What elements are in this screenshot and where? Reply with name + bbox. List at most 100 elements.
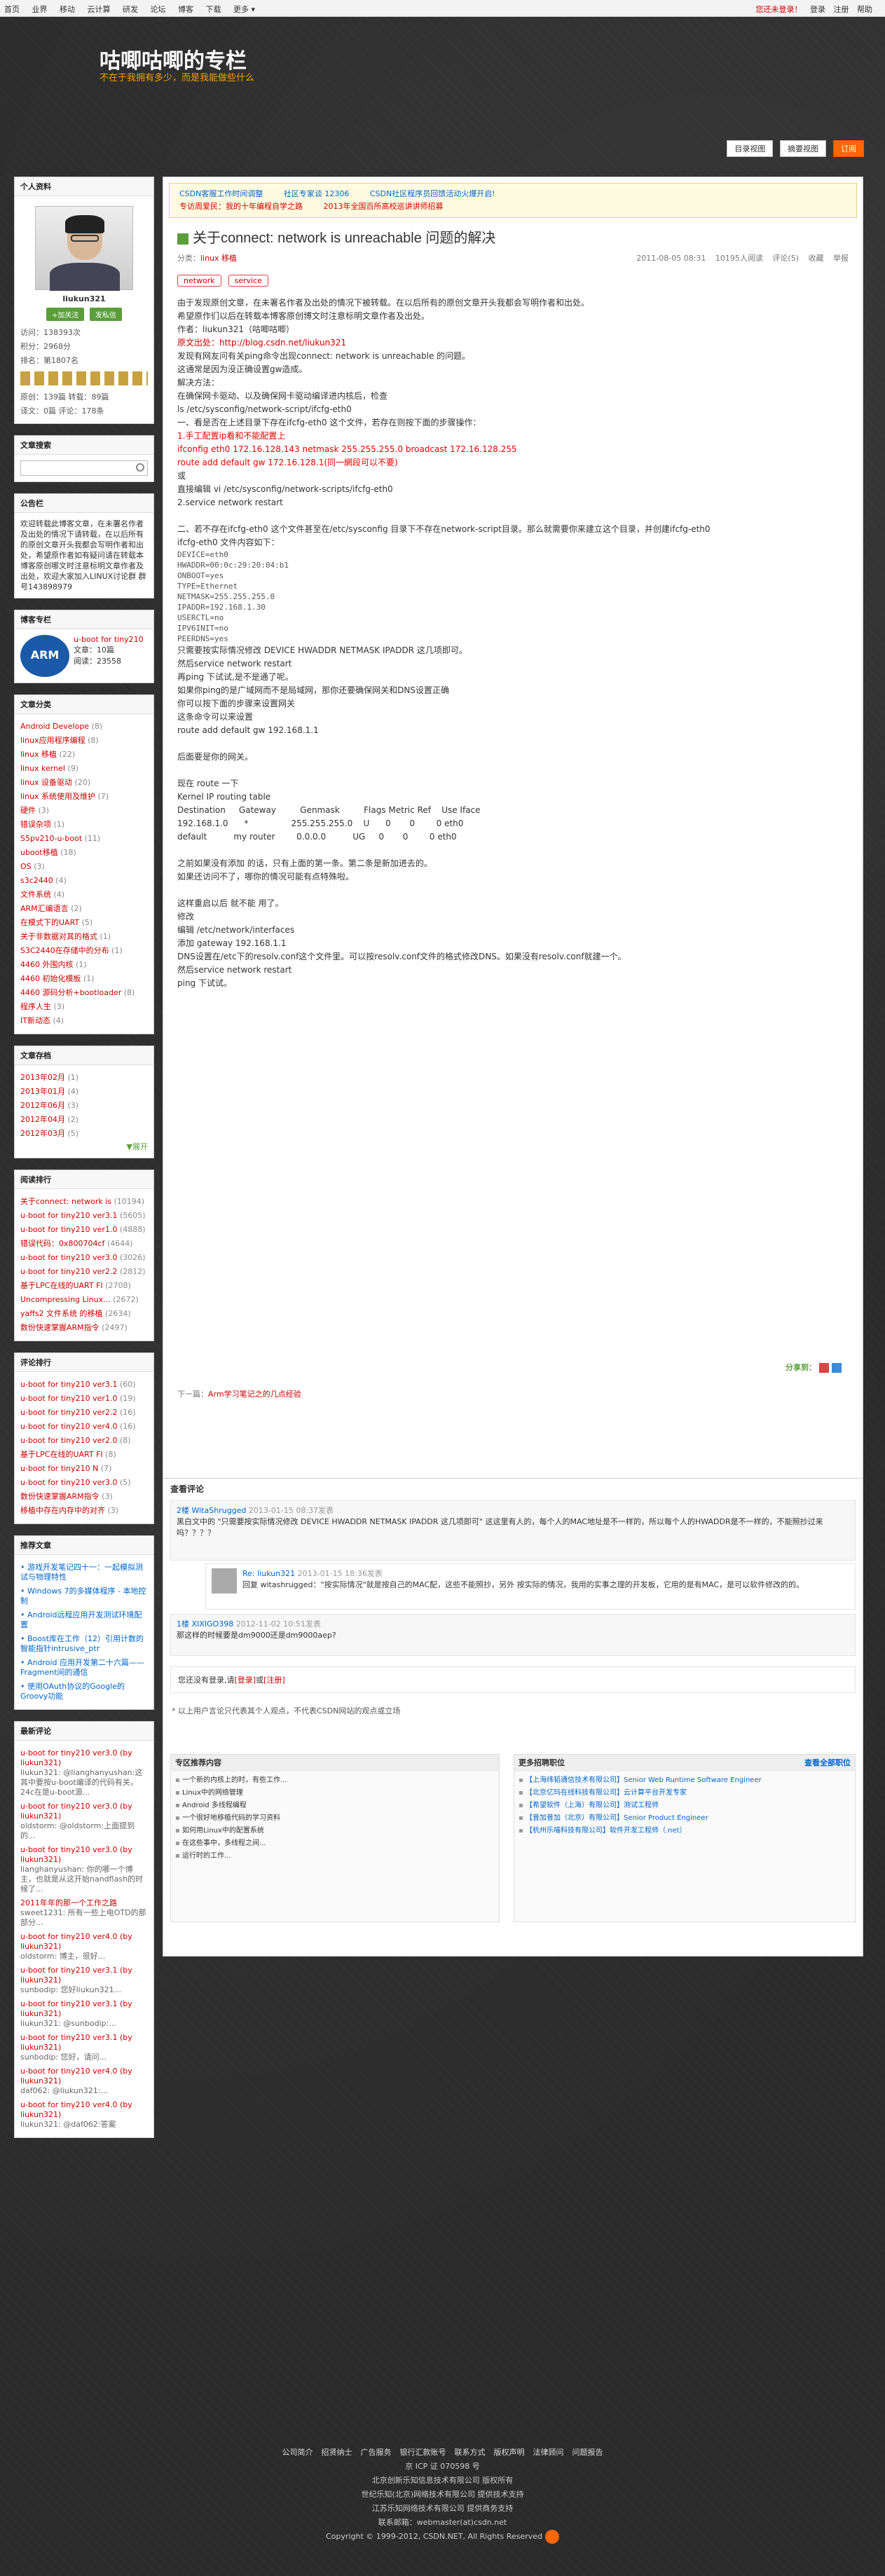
job-item[interactable]: 【上海纬韬通信技术有限公司】Senior Web Runtime Softwar…: [519, 1774, 851, 1787]
top-nav-link[interactable]: 博客: [178, 5, 193, 14]
read-rank-item-link[interactable]: 数份快速掌握ARM指令: [20, 1323, 100, 1332]
read-rank-item-link[interactable]: 关于connect: network is: [20, 1197, 111, 1206]
related-item[interactable]: 在这些事中，多线程之间...: [175, 1837, 495, 1850]
latest-comment-title[interactable]: u-boot for tiny210 ver3.0 (by liukun321): [20, 1802, 132, 1821]
login-link[interactable]: 登录: [810, 5, 825, 14]
related-item[interactable]: 如何用Linux中的配置系统: [175, 1825, 495, 1837]
footer-link[interactable]: 招贤纳士: [322, 2448, 352, 2457]
category-item-link[interactable]: IT新动态: [20, 1016, 50, 1025]
recommended-link[interactable]: • Android 应用开发第二十六篇——Fragment间的通信: [20, 1658, 144, 1677]
latest-comment-title[interactable]: u-boot for tiny210 ver3.0 (by liukun321): [20, 1845, 132, 1864]
footer-link[interactable]: 版权声明: [494, 2448, 525, 2457]
category-item-link[interactable]: linux kernel: [20, 764, 65, 773]
footer-link[interactable]: 银行汇款账号: [400, 2448, 446, 2457]
top-nav-link[interactable]: 首页: [4, 5, 20, 14]
article-comments-link[interactable]: 评论(5): [772, 254, 799, 263]
read-rank-item-link[interactable]: u-boot for tiny210 ver1.0: [20, 1225, 117, 1234]
avatar[interactable]: [35, 206, 133, 291]
comment-rank-item-link[interactable]: u-boot for tiny210 ver1.0: [20, 1394, 117, 1403]
follow-button[interactable]: +加关注: [46, 308, 85, 321]
related-item[interactable]: 一个新的内核上的时，有些工作...: [175, 1774, 495, 1787]
latest-comment-title[interactable]: u-boot for tiny210 ver3.0 (by liukun321): [20, 1748, 132, 1767]
latest-comment-title[interactable]: 2011年年的那一个工作之路: [20, 1898, 117, 1907]
summary-view-button[interactable]: 摘要视图: [780, 140, 827, 157]
archive-item-link[interactable]: 2012年06月: [20, 1101, 65, 1110]
share-weibo-icon[interactable]: [819, 1363, 829, 1373]
arm-logo-icon[interactable]: ARM: [20, 635, 69, 677]
notice-link[interactable]: CSDN社区程序员回馈活动火爆开启!: [370, 189, 495, 198]
avatar[interactable]: [212, 1568, 237, 1594]
comment-author[interactable]: Re: liukun321: [242, 1569, 295, 1578]
category-item-link[interactable]: uboot移植: [20, 848, 58, 857]
article-title[interactable]: 关于connect: network is unreachable 问题的解决: [177, 226, 849, 247]
archive-item-link[interactable]: 2012年04月: [20, 1115, 65, 1124]
comment-rank-item-link[interactable]: u-boot for tiny210 ver2.0: [20, 1436, 117, 1445]
read-rank-item-link[interactable]: Uncompressing Linux...: [20, 1295, 111, 1304]
message-button[interactable]: 发私信: [89, 308, 122, 321]
comment-rank-item-link[interactable]: u-boot for tiny210 N: [20, 1464, 98, 1473]
comment-author[interactable]: 2楼 WitaShrugged: [177, 1506, 246, 1515]
latest-comment-title[interactable]: u-boot for tiny210 ver3.1 (by liukun321): [20, 1999, 132, 2018]
register-link[interactable]: 注册: [834, 5, 849, 14]
tag[interactable]: service: [228, 275, 268, 287]
related-item[interactable]: 一个很好地移植代码的学习资料: [175, 1812, 495, 1825]
read-rank-item-link[interactable]: 错误代码：0x800704cf: [20, 1239, 104, 1248]
recommended-link[interactable]: • Android远程应用开发测试环境配置: [20, 1610, 142, 1629]
top-nav-link[interactable]: 移动: [60, 5, 75, 14]
help-link[interactable]: 帮助: [857, 5, 872, 14]
notice-link[interactable]: 社区专家谈 12306: [284, 189, 350, 198]
category-item-link[interactable]: 关于非数据对其的格式: [20, 932, 97, 941]
category-item-link[interactable]: linux 移植: [20, 750, 57, 759]
category-item-link[interactable]: 4460 外围内核: [20, 960, 74, 969]
report-link[interactable]: 举报: [833, 254, 849, 263]
footer-link[interactable]: 联系方式: [455, 2448, 486, 2457]
search-input[interactable]: [20, 460, 148, 476]
comment-rank-item-link[interactable]: u-boot for tiny210 ver4.0: [20, 1422, 117, 1431]
top-nav-link[interactable]: 业界: [32, 5, 48, 14]
recommended-link[interactable]: • Boost库在工作（12）引用计数的智能指针intrusive_ptr: [20, 1634, 144, 1653]
share-qzone-icon[interactable]: [832, 1363, 842, 1373]
job-item[interactable]: 【普加普加（北京）有限公司】Senior Product Engineer: [519, 1812, 851, 1825]
latest-comment-title[interactable]: u-boot for tiny210 ver3.1 (by liukun321): [20, 2033, 132, 2052]
archive-item-link[interactable]: 2012年03月: [20, 1129, 65, 1138]
related-item[interactable]: Linux中的网络管理: [175, 1787, 495, 1800]
read-rank-item-link[interactable]: u-boot for tiny210 ver2.2: [20, 1267, 117, 1276]
category-item-link[interactable]: Android Develope: [20, 722, 89, 731]
category-item-link[interactable]: s3c2440: [20, 876, 53, 885]
latest-comment-title[interactable]: u-boot for tiny210 ver3.1 (by liukun321): [20, 1966, 132, 1985]
read-rank-item-link[interactable]: u-boot for tiny210 ver3.0: [20, 1253, 117, 1262]
favorite-link[interactable]: 收藏: [809, 254, 824, 263]
category-item-link[interactable]: linux应用程序编程: [20, 736, 85, 745]
search-icon[interactable]: [136, 463, 144, 472]
comment-register-link[interactable]: [注册]: [263, 1676, 285, 1685]
category-item-link[interactable]: OS: [20, 862, 32, 871]
top-nav-link[interactable]: 论坛: [151, 5, 166, 14]
comment-rank-item-link[interactable]: u-boot for tiny210 ver3.0: [20, 1478, 117, 1487]
username[interactable]: liukun321: [20, 294, 148, 303]
latest-comment-title[interactable]: u-boot for tiny210 ver4.0 (by liukun321): [20, 2067, 132, 2085]
comment-rank-item-link[interactable]: u-boot for tiny210 ver3.1: [20, 1380, 117, 1389]
footer-link[interactable]: 问题报告: [572, 2448, 603, 2457]
footer-link[interactable]: 公司简介: [282, 2448, 313, 2457]
latest-comment-title[interactable]: u-boot for tiny210 ver4.0 (by liukun321): [20, 2100, 132, 2119]
read-rank-item-link[interactable]: 基于LPC在线的UART FI: [20, 1281, 103, 1290]
recommended-link[interactable]: • 游戏开发笔记四十一：一起模拟测试与物理特性: [20, 1563, 143, 1582]
recommended-link[interactable]: • Windows 7的多媒体程序 - 本地控制: [20, 1587, 146, 1605]
all-jobs-link[interactable]: 查看全部职位: [804, 1757, 851, 1769]
job-item[interactable]: 【希望软件（上海）有限公司】测试工程师: [519, 1800, 851, 1812]
directory-view-button[interactable]: 目录视图: [727, 140, 774, 157]
top-nav-link[interactable]: 下载: [206, 5, 221, 14]
read-rank-item-link[interactable]: yaffs2 文件系统 的移植: [20, 1309, 103, 1318]
tag[interactable]: network: [177, 275, 221, 287]
notice-link[interactable]: 专访周爱民：我的十年编程自学之路: [179, 202, 303, 211]
notice-link[interactable]: CSDN客服工作时间调整: [179, 189, 263, 198]
archive-item-link[interactable]: 2013年01月: [20, 1087, 65, 1096]
article-paragraph[interactable]: 原文出处：http://blog.csdn.net/liukun321: [177, 336, 849, 350]
top-nav-more[interactable]: 更多 ▾: [233, 5, 255, 14]
comment-rank-item-link[interactable]: 移植中存在内存中的对齐: [20, 1506, 105, 1515]
category-item-link[interactable]: S3C2440在存储中的分布: [20, 946, 109, 955]
category-item-link[interactable]: 程序人生: [20, 1002, 51, 1011]
archive-item-link[interactable]: 2013年02月: [20, 1073, 65, 1082]
comment-login-link[interactable]: [登录]: [235, 1676, 256, 1685]
top-nav-link[interactable]: 研发: [123, 5, 138, 14]
